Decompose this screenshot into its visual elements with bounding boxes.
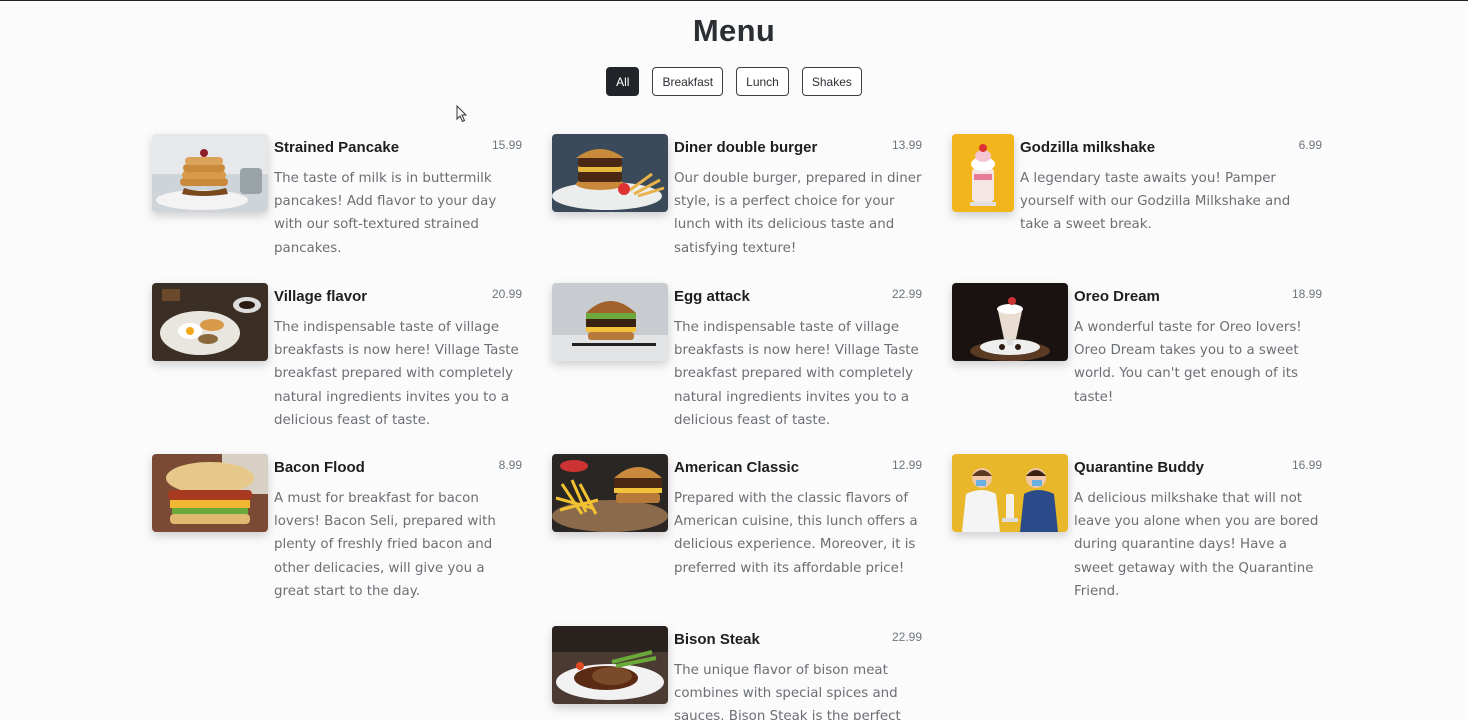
filter-lunch-button[interactable]: Lunch: [736, 67, 789, 96]
food-image-egg-burger: [552, 283, 668, 361]
item-description: A must for breakfast for bacon lovers! B…: [274, 491, 496, 599]
item-name: American Classic: [674, 459, 800, 476]
food-image-godzilla-milkshake: [952, 134, 1014, 212]
item-price: 13.99: [891, 138, 922, 152]
item-description: Our double burger, prepared in diner sty…: [674, 171, 922, 256]
food-image-village-breakfast: [152, 283, 268, 361]
item-price: 12.99: [891, 458, 922, 472]
item-name: Diner double burger: [674, 139, 818, 156]
item-description: Prepared with the classic flavors of Ame…: [674, 491, 918, 576]
food-image-double-burger: [552, 134, 668, 212]
category-filter-bar: All Breakfast Lunch Shakes: [0, 67, 1468, 96]
mouse-pointer-icon: [456, 105, 468, 123]
item-price: 15.99: [491, 138, 522, 152]
item-price: 22.99: [891, 630, 922, 644]
item-price: 6.99: [1298, 138, 1322, 152]
item-price: 8.99: [498, 458, 522, 472]
item-description: A legendary taste awaits you! Pamper you…: [1020, 171, 1291, 233]
food-image-oreo-shake: [952, 283, 1068, 361]
item-name: Bacon Flood: [274, 459, 365, 476]
food-image-pancake: [152, 134, 268, 212]
item-description: The taste of milk is in buttermilk panca…: [274, 171, 497, 256]
page-title: Menu: [692, 13, 776, 48]
filter-shakes-button[interactable]: Shakes: [801, 67, 862, 96]
food-image-bison-steak: [552, 626, 668, 704]
item-price: 16.99: [1291, 458, 1322, 472]
food-image-bacon-sandwich: [152, 454, 268, 532]
item-name: Strained Pancake: [274, 139, 400, 156]
item-price: 20.99: [491, 287, 522, 301]
item-description: The indispensable taste of village break…: [674, 320, 919, 428]
food-image-quarantine-shake: [952, 454, 1068, 532]
item-description: A delicious milkshake that will not leav…: [1074, 491, 1319, 599]
item-name: Godzilla milkshake: [1020, 139, 1156, 156]
item-name: Oreo Dream: [1074, 288, 1160, 305]
filter-all-button[interactable]: All: [606, 67, 640, 96]
item-price: 22.99: [891, 287, 922, 301]
filter-breakfast-button[interactable]: Breakfast: [652, 67, 724, 96]
food-image-burger-fries: [552, 454, 668, 532]
item-name: Egg attack: [674, 288, 750, 305]
item-name: Village flavor: [274, 288, 368, 305]
item-description: A wonderful taste for Oreo lovers! Oreo …: [1074, 320, 1302, 405]
item-price: 18.99: [1291, 287, 1322, 301]
item-name: Quarantine Buddy: [1074, 459, 1205, 476]
item-description: The indispensable taste of village break…: [274, 320, 519, 428]
item-description: The unique flavor of bison meat combines…: [674, 663, 901, 720]
item-name: Bison Steak: [674, 631, 760, 648]
